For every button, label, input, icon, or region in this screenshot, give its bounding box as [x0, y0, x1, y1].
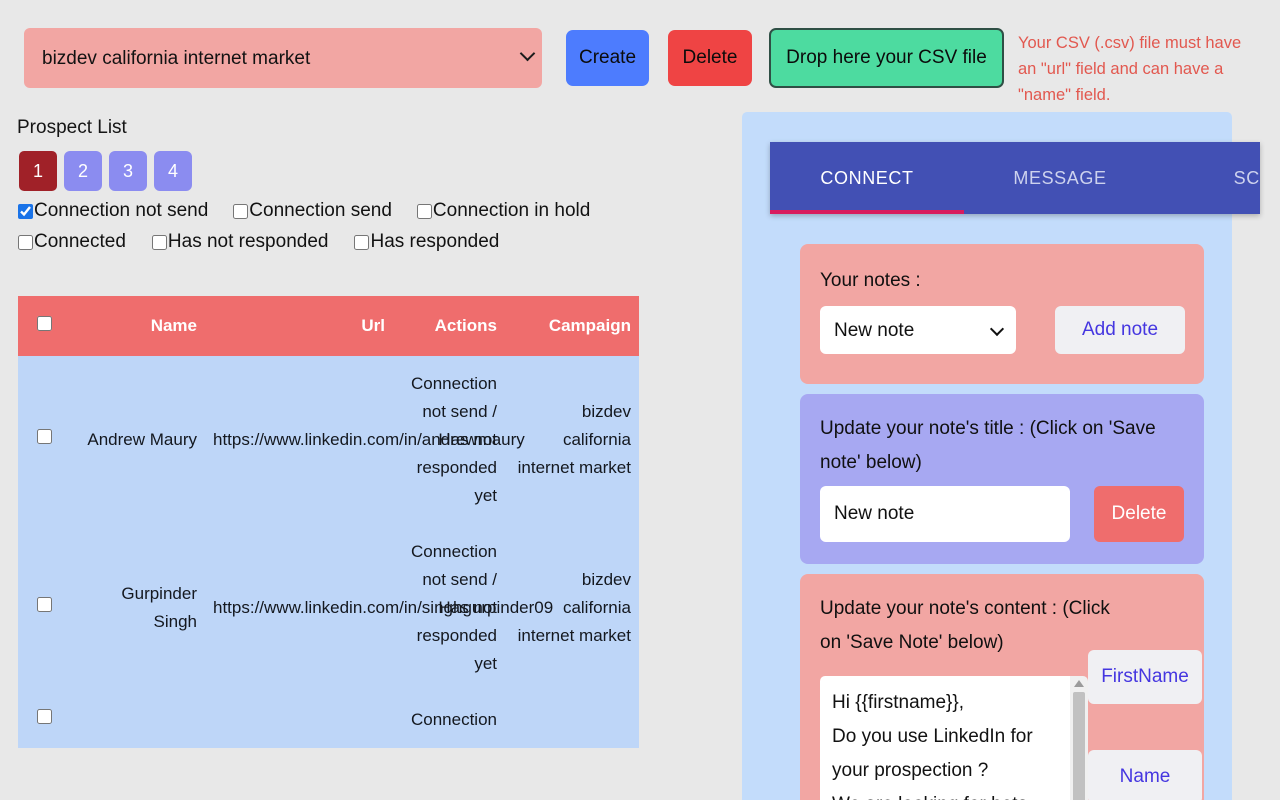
filter-connection-not-send[interactable]: Connection not send	[18, 200, 208, 222]
textarea-scrollbar[interactable]	[1070, 676, 1088, 800]
your-notes-card: Your notes : New note Add note	[800, 244, 1204, 384]
header-name: Name	[71, 296, 205, 356]
prospect-table-head: Name Url Actions Campaign	[18, 296, 639, 356]
status-filter-row-1: Connection not send Connection send Conn…	[18, 200, 638, 222]
row-url: https://www.linkedin.com/in/andrewmaury	[205, 356, 525, 524]
note-content-textarea[interactable]	[820, 676, 1070, 800]
filter-connection-send[interactable]: Connection send	[233, 200, 392, 222]
filter-has-responded-label: Has responded	[370, 231, 500, 252]
header-url: Url	[205, 296, 393, 356]
app-root: bizdev california internet market Create…	[0, 0, 1280, 800]
delete-note-button[interactable]: Delete	[1094, 486, 1184, 542]
filter-has-not-responded[interactable]: Has not responded	[151, 231, 329, 253]
prospect-list-label: Prospect List	[17, 117, 127, 138]
note-select[interactable]: New note	[820, 306, 1016, 354]
row-name	[71, 692, 205, 748]
filter-has-not-responded-checkbox[interactable]	[151, 234, 167, 250]
filter-connection-in-hold-checkbox[interactable]	[416, 203, 432, 219]
note-content-card: Update your note's content : (Click on '…	[800, 574, 1204, 800]
row-name: Andrew Maury	[71, 356, 205, 524]
tab-message[interactable]: MESSAGE	[964, 142, 1156, 214]
prospect-table-body: Andrew Maury https://www.linkedin.com/in…	[18, 356, 639, 748]
insert-name-button[interactable]: Name	[1088, 750, 1202, 800]
row-select-checkbox[interactable]	[37, 596, 52, 613]
note-title-label: Update your note's title : (Click on 'Sa…	[820, 418, 1156, 473]
filter-has-not-responded-label: Has not responded	[167, 231, 329, 252]
note-title-input[interactable]	[820, 486, 1070, 542]
prospect-list-pager: 1 2 3 4	[19, 151, 192, 191]
table-row[interactable]: Gurpinder Singh https://www.linkedin.com…	[18, 524, 639, 692]
status-filter-row-2: Connected Has not responded Has responde…	[18, 231, 638, 253]
filter-connection-not-send-checkbox[interactable]	[18, 203, 33, 219]
prospect-page-2[interactable]: 2	[64, 151, 102, 191]
row-select-checkbox[interactable]	[37, 708, 52, 725]
table-header-row: Name Url Actions Campaign	[18, 296, 639, 356]
prospect-page-3[interactable]: 3	[109, 151, 147, 191]
filter-connected-checkbox[interactable]	[18, 234, 33, 250]
filter-connection-send-checkbox[interactable]	[233, 203, 249, 219]
header-actions: Actions	[393, 296, 505, 356]
row-actions: Connection	[393, 692, 505, 748]
tab-scenario[interactable]: SCE	[1156, 142, 1260, 214]
note-title-card: Update your note's title : (Click on 'Sa…	[800, 394, 1204, 564]
insert-firstname-button[interactable]: FirstName	[1088, 650, 1202, 704]
row-select-cell	[18, 524, 71, 692]
row-url: https://www.linkedin.com/in/singhgurpind…	[205, 524, 553, 692]
select-all-checkbox[interactable]	[37, 315, 52, 332]
csv-dropzone[interactable]: Drop here your CSV file	[769, 28, 1004, 88]
row-select-cell	[18, 692, 71, 748]
add-note-button[interactable]: Add note	[1055, 306, 1185, 354]
filter-connected[interactable]: Connected	[18, 231, 126, 253]
filter-connection-send-label: Connection send	[249, 200, 392, 221]
scroll-up-arrow-icon[interactable]	[1074, 680, 1084, 687]
filter-connection-in-hold[interactable]: Connection in hold	[416, 200, 591, 222]
row-campaign: bizdev california internet market	[505, 356, 639, 524]
csv-hint-text: Your CSV (.csv) file must have an "url" …	[1018, 34, 1242, 104]
row-select-cell	[18, 356, 71, 524]
note-content-label: Update your note's content : (Click on '…	[820, 598, 1110, 653]
filter-has-responded[interactable]: Has responded	[354, 231, 499, 253]
table-row[interactable]: Andrew Maury https://www.linkedin.com/in…	[18, 356, 639, 524]
tab-connect[interactable]: CONNECT	[770, 142, 964, 214]
create-button[interactable]: Create	[566, 30, 649, 86]
campaign-select[interactable]: bizdev california internet market	[24, 28, 542, 88]
header-campaign: Campaign	[505, 296, 639, 356]
notes-panel: CONNECT MESSAGE SCE Your notes : New not…	[742, 112, 1260, 800]
prospect-page-1[interactable]: 1	[19, 151, 57, 191]
status-filters: Connection not send Connection send Conn…	[18, 200, 638, 262]
select-all-header	[18, 296, 71, 356]
prospect-page-4[interactable]: 4	[154, 151, 192, 191]
filter-connected-label: Connected	[34, 231, 126, 252]
delete-button[interactable]: Delete	[668, 30, 752, 86]
filter-connection-in-hold-label: Connection in hold	[432, 200, 591, 221]
your-notes-label: Your notes :	[820, 270, 921, 291]
row-url	[205, 692, 393, 748]
row-campaign	[505, 692, 639, 748]
filter-connection-not-send-label: Connection not send	[34, 200, 209, 221]
row-select-checkbox[interactable]	[37, 428, 52, 445]
panel-tabs: CONNECT MESSAGE SCE	[770, 142, 1260, 214]
table-row[interactable]: Connection	[18, 692, 639, 748]
scrollbar-thumb[interactable]	[1073, 692, 1085, 800]
filter-has-responded-checkbox[interactable]	[354, 234, 370, 250]
row-name: Gurpinder Singh	[71, 524, 205, 692]
prospect-table: Name Url Actions Campaign Andrew Maury h…	[18, 296, 639, 748]
csv-dropzone-label: Drop here your CSV file	[786, 47, 987, 68]
